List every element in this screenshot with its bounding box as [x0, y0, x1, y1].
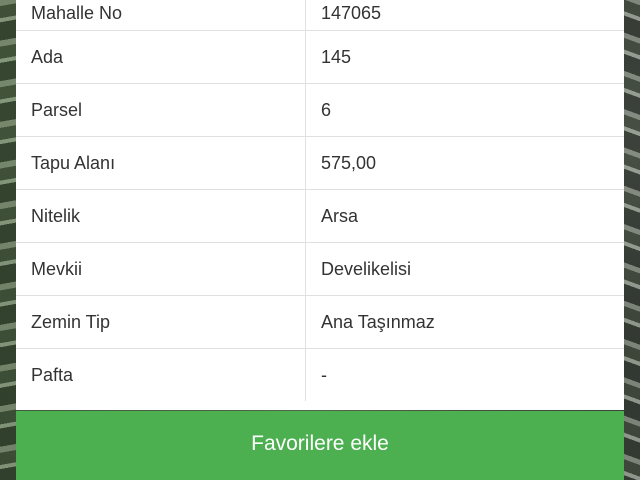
row-label: Mahalle No: [16, 0, 306, 31]
row-value: -: [321, 364, 327, 385]
row-value: 575,00: [305, 136, 624, 190]
row-label: Tapu Alanı: [16, 136, 306, 190]
table-row-pafta: Pafta -: [16, 348, 624, 401]
row-value: 147065: [305, 0, 624, 31]
row-label: Pafta: [16, 348, 306, 401]
row-label-text: Mahalle No: [31, 2, 123, 23]
parcel-info-card: Mahalle No 147065 Ada 145 Parsel 6 Tapu …: [16, 0, 624, 410]
table-row-mahalle-no: Mahalle No 147065: [16, 0, 624, 31]
add-to-favorites-button[interactable]: Favorilere ekle: [16, 411, 624, 480]
row-value: 145: [305, 30, 624, 84]
parcel-info-table: Mahalle No 147065 Ada 145 Parsel 6 Tapu …: [16, 0, 624, 401]
table-row-tapu-alani: Tapu Alanı 575,00: [16, 136, 624, 190]
row-label: Parsel: [16, 83, 306, 137]
table-row-ada: Ada 145: [16, 30, 624, 84]
screen: Mahalle No 147065 Ada 145 Parsel 6 Tapu …: [0, 0, 640, 480]
row-value: Ana Taşınmaz: [305, 295, 624, 349]
table-row-zemin-tip: Zemin Tip Ana Taşınmaz: [16, 295, 624, 349]
row-label: Mevkii: [16, 242, 306, 296]
row-value-text: 147065: [321, 2, 382, 23]
row-value: Arsa: [305, 189, 624, 243]
row-label: Zemin Tip: [16, 295, 306, 349]
table-row-parsel: Parsel 6: [16, 83, 624, 137]
row-value: 6: [305, 83, 624, 137]
row-label: Ada: [16, 30, 306, 84]
table-row-mevkii: Mevkii Develikelisi: [16, 242, 624, 296]
row-value: Develikelisi: [305, 242, 624, 296]
row-label: Nitelik: [16, 189, 306, 243]
table-row-nitelik: Nitelik Arsa: [16, 189, 624, 243]
